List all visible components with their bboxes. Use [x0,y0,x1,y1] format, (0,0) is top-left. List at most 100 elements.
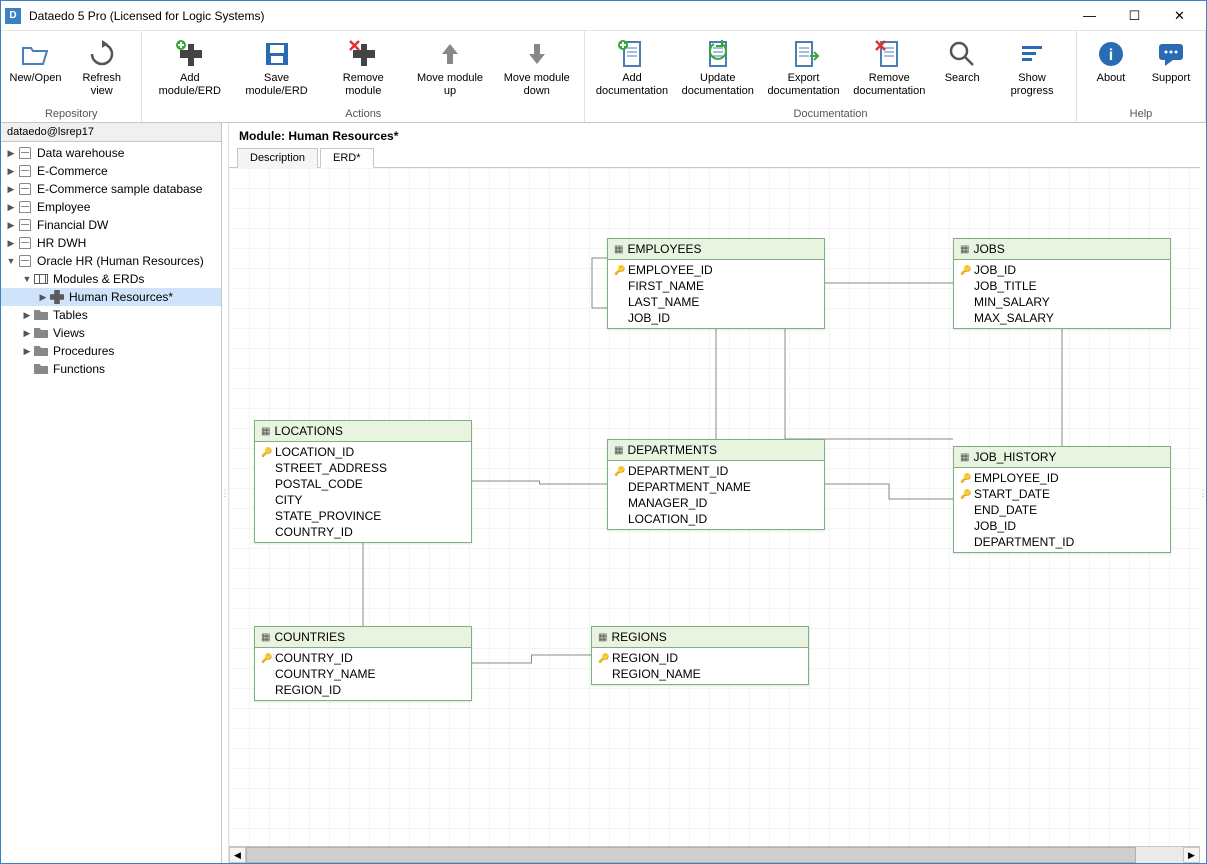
tab-erd-[interactable]: ERD* [320,148,374,168]
add-module-erd-button[interactable]: Add module/ERD [146,33,233,101]
about-label: About [1097,72,1126,85]
entity-departments[interactable]: ▦DEPARTMENTS 🔑DEPARTMENT_IDDEPARTMENT_NAM… [607,439,825,530]
entity-job_history[interactable]: ▦JOB_HISTORY 🔑EMPLOYEE_ID🔑START_DATEEND_D… [953,446,1171,553]
scroll-thumb[interactable] [246,847,1136,863]
tree-item[interactable]: ▶E-Commerce sample database [1,180,221,198]
remove-documentation-button[interactable]: Remove documentation [846,33,932,101]
column-row[interactable]: 🔑COUNTRY_ID [255,650,471,666]
column-row[interactable]: LOCATION_ID [608,511,824,527]
folder-icon [33,326,49,340]
tree-item[interactable]: ▶HR DWH [1,234,221,252]
horizontal-scrollbar[interactable]: ◀ ▶ [229,846,1200,863]
tree-twisty-icon[interactable]: ▶ [21,328,33,339]
content-title: Module: Human Resources* [229,123,1200,147]
column-row[interactable]: 🔑EMPLOYEE_ID [954,470,1170,486]
scroll-left-arrow[interactable]: ◀ [229,847,246,863]
column-row[interactable]: JOB_TITLE [954,278,1170,294]
entity-header[interactable]: ▦LOCATIONS [255,421,471,442]
entity-header[interactable]: ▦COUNTRIES [255,627,471,648]
minimize-button[interactable]: — [1067,2,1112,30]
column-row[interactable]: DEPARTMENT_NAME [608,479,824,495]
tree-item[interactable]: ▼Modules & ERDs [1,270,221,288]
about-button[interactable]: i About [1081,33,1141,88]
save-module-erd-button[interactable]: Save module/ERD [233,33,320,101]
column-row[interactable]: COUNTRY_NAME [255,666,471,682]
tree-twisty-icon[interactable]: ▼ [5,256,17,266]
column-row[interactable]: POSTAL_CODE [255,476,471,492]
erd-area[interactable]: ▦EMPLOYEES🔑EMPLOYEE_IDFIRST_NAMELAST_NAM… [229,168,1200,846]
splitter-right[interactable]: ⋮ [1200,123,1206,863]
entity-header[interactable]: ▦DEPARTMENTS [608,440,824,461]
tab-description[interactable]: Description [237,148,318,168]
column-row[interactable]: 🔑JOB_ID [954,262,1170,278]
maximize-button[interactable]: ☐ [1112,2,1157,30]
tree-item[interactable]: ▶Data warehouse [1,144,221,162]
column-row[interactable]: 🔑REGION_ID [592,650,808,666]
show-progress-button[interactable]: Show progress [992,33,1072,101]
tree-twisty-icon[interactable]: ▶ [5,166,17,177]
ribbon-group-actions: Add module/ERDSave module/ERDRemove modu… [142,31,585,122]
move-module-down-button[interactable]: Move module down [493,33,580,101]
move-module-up-button[interactable]: Move module up [407,33,494,101]
entity-regions[interactable]: ▦REGIONS 🔑REGION_IDREGION_NAME [591,626,809,685]
entity-employees[interactable]: ▦EMPLOYEES 🔑EMPLOYEE_IDFIRST_NAMELAST_NAM… [607,238,825,329]
close-button[interactable]: ✕ [1157,2,1202,30]
new-open-button[interactable]: New/Open [5,33,66,88]
update-documentation-button[interactable]: Update documentation [675,33,761,101]
tree-item[interactable]: ▶Views [1,324,221,342]
column-row[interactable]: LAST_NAME [608,294,824,310]
entity-header[interactable]: ▦JOB_HISTORY [954,447,1170,468]
tree-item[interactable]: ▶Procedures [1,342,221,360]
column-row[interactable]: STREET_ADDRESS [255,460,471,476]
column-row[interactable]: JOB_ID [954,518,1170,534]
tree-twisty-icon[interactable]: ▶ [5,184,17,195]
entity-countries[interactable]: ▦COUNTRIES 🔑COUNTRY_IDCOUNTRY_NAMEREGION_… [254,626,472,701]
column-row[interactable]: 🔑LOCATION_ID [255,444,471,460]
tree-item[interactable]: ▶Employee [1,198,221,216]
tree-twisty-icon[interactable]: ▶ [5,148,17,159]
scroll-right-arrow[interactable]: ▶ [1183,847,1200,863]
refresh-view-button[interactable]: Refresh view [66,33,137,101]
entity-header[interactable]: ▦EMPLOYEES [608,239,824,260]
column-row[interactable]: 🔑DEPARTMENT_ID [608,463,824,479]
about-icon: i [1095,38,1127,70]
remove-module-button[interactable]: Remove module [320,33,407,101]
tree-twisty-icon[interactable]: ▶ [21,310,33,321]
tree-item[interactable]: ▶E-Commerce [1,162,221,180]
column-row[interactable]: REGION_ID [255,682,471,698]
column-row[interactable]: DEPARTMENT_ID [954,534,1170,550]
column-row[interactable]: MAX_SALARY [954,310,1170,326]
tree-twisty-icon[interactable]: ▼ [21,274,33,284]
tree-twisty-icon[interactable]: ▶ [5,202,17,213]
column-row[interactable]: COUNTRY_ID [255,524,471,540]
entity-jobs[interactable]: ▦JOBS 🔑JOB_IDJOB_TITLEMIN_SALARYMAX_SALAR… [953,238,1171,329]
tree-item[interactable]: ▶Human Resources* [1,288,221,306]
export-documentation-button[interactable]: Export documentation [761,33,847,101]
tree-twisty-icon[interactable]: ▶ [5,238,17,249]
tree-item[interactable]: ▶Financial DW [1,216,221,234]
tree-item[interactable]: ▶Tables [1,306,221,324]
column-row[interactable]: JOB_ID [608,310,824,326]
tree-item[interactable]: ▼Oracle HR (Human Resources) [1,252,221,270]
pk-icon: 🔑 [598,653,610,664]
column-row[interactable]: FIRST_NAME [608,278,824,294]
entity-locations[interactable]: ▦LOCATIONS 🔑LOCATION_IDSTREET_ADDRESSPOST… [254,420,472,543]
column-row[interactable]: REGION_NAME [592,666,808,682]
tree-twisty-icon[interactable]: ▶ [37,292,49,303]
tree-item[interactable]: Functions [1,360,221,378]
entity-header[interactable]: ▦JOBS [954,239,1170,260]
column-row[interactable]: MANAGER_ID [608,495,824,511]
support-button[interactable]: Support [1141,33,1201,88]
scroll-track[interactable] [246,847,1183,863]
search-button[interactable]: Search [932,33,992,88]
column-row[interactable]: MIN_SALARY [954,294,1170,310]
tree-twisty-icon[interactable]: ▶ [21,346,33,357]
column-row[interactable]: STATE_PROVINCE [255,508,471,524]
column-row[interactable]: 🔑EMPLOYEE_ID [608,262,824,278]
tree-twisty-icon[interactable]: ▶ [5,220,17,231]
entity-header[interactable]: ▦REGIONS [592,627,808,648]
column-row[interactable]: CITY [255,492,471,508]
add-documentation-button[interactable]: Add documentation [589,33,675,101]
column-row[interactable]: END_DATE [954,502,1170,518]
column-row[interactable]: 🔑START_DATE [954,486,1170,502]
